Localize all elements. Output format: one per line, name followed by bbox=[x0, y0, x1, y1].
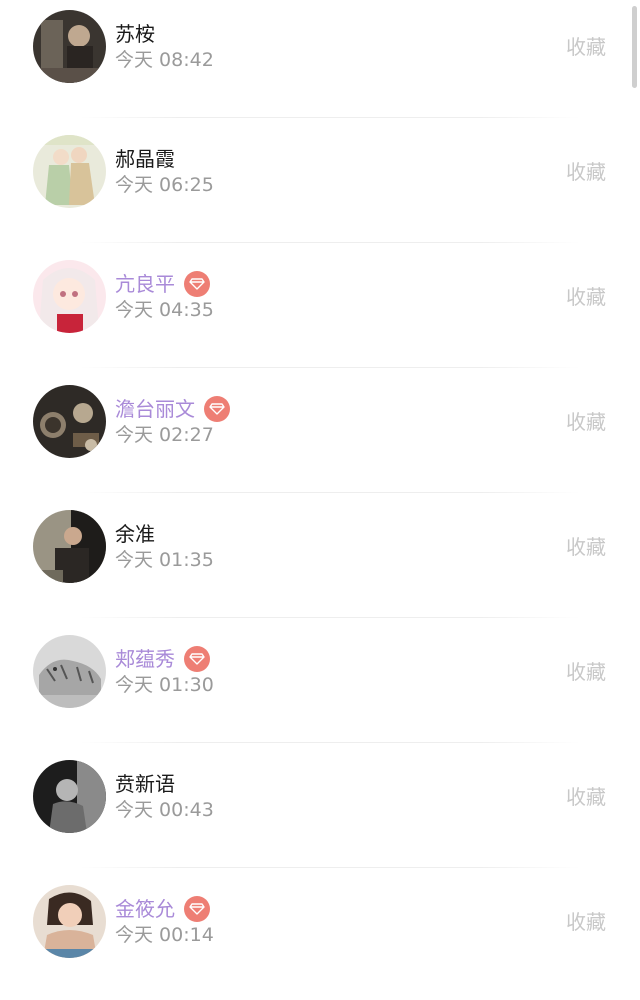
diamond-icon bbox=[184, 896, 210, 922]
divider bbox=[80, 492, 580, 493]
list-item[interactable]: 余准 今天 01:35 收藏 bbox=[0, 500, 640, 625]
avatar[interactable] bbox=[33, 260, 106, 333]
avatar[interactable] bbox=[33, 135, 106, 208]
divider bbox=[80, 242, 580, 243]
diamond-icon bbox=[184, 646, 210, 672]
name-line: 澹台丽文 bbox=[115, 395, 230, 423]
timestamp: 今天 00:43 bbox=[115, 799, 214, 821]
divider bbox=[80, 367, 580, 368]
list-item[interactable]: 贲新语 今天 00:43 收藏 bbox=[0, 750, 640, 875]
user-name[interactable]: 金筱允 bbox=[115, 895, 175, 923]
name-line: 郏蕴秀 bbox=[115, 645, 210, 673]
favorite-button[interactable]: 收藏 bbox=[566, 409, 606, 435]
avatar[interactable] bbox=[33, 885, 106, 958]
timestamp: 今天 01:30 bbox=[115, 674, 214, 696]
avatar[interactable] bbox=[33, 385, 106, 458]
timestamp: 今天 06:25 bbox=[115, 174, 214, 196]
favorite-button[interactable]: 收藏 bbox=[566, 159, 606, 185]
divider bbox=[80, 617, 580, 618]
favorite-button[interactable]: 收藏 bbox=[566, 784, 606, 810]
favorite-button[interactable]: 收藏 bbox=[566, 659, 606, 685]
name-line: 苏桉 bbox=[115, 20, 155, 48]
avatar[interactable] bbox=[33, 635, 106, 708]
list-item[interactable]: 澹台丽文 今天 02:27 收藏 bbox=[0, 375, 640, 500]
list-item[interactable]: 苏桉 今天 08:42 收藏 bbox=[0, 0, 640, 125]
timestamp: 今天 00:14 bbox=[115, 924, 214, 946]
favorite-button[interactable]: 收藏 bbox=[566, 284, 606, 310]
list-item[interactable]: 郏蕴秀 今天 01:30 收藏 bbox=[0, 625, 640, 750]
name-line: 贲新语 bbox=[115, 770, 175, 798]
name-line: 亢良平 bbox=[115, 270, 210, 298]
diamond-icon bbox=[184, 271, 210, 297]
timestamp: 今天 02:27 bbox=[115, 424, 214, 446]
avatar[interactable] bbox=[33, 10, 106, 83]
user-name[interactable]: 苏桉 bbox=[115, 20, 155, 48]
timestamp: 今天 08:42 bbox=[115, 49, 214, 71]
avatar[interactable] bbox=[33, 760, 106, 833]
favorite-button[interactable]: 收藏 bbox=[566, 534, 606, 560]
name-line: 郝晶霞 bbox=[115, 145, 175, 173]
timestamp: 今天 04:35 bbox=[115, 299, 214, 321]
user-name[interactable]: 郏蕴秀 bbox=[115, 645, 175, 673]
name-line: 余准 bbox=[115, 520, 155, 548]
diamond-icon bbox=[204, 396, 230, 422]
scrollbar[interactable] bbox=[632, 6, 637, 88]
favorite-button[interactable]: 收藏 bbox=[566, 909, 606, 935]
divider bbox=[80, 867, 580, 868]
user-name[interactable]: 郝晶霞 bbox=[115, 145, 175, 173]
divider bbox=[80, 117, 580, 118]
avatar[interactable] bbox=[33, 510, 106, 583]
favorite-button[interactable]: 收藏 bbox=[566, 34, 606, 60]
user-name[interactable]: 贲新语 bbox=[115, 770, 175, 798]
divider bbox=[80, 742, 580, 743]
user-name[interactable]: 亢良平 bbox=[115, 270, 175, 298]
name-line: 金筱允 bbox=[115, 895, 210, 923]
user-name[interactable]: 澹台丽文 bbox=[115, 395, 195, 423]
timestamp: 今天 01:35 bbox=[115, 549, 214, 571]
list-item[interactable]: 郝晶霞 今天 06:25 收藏 bbox=[0, 125, 640, 250]
user-name[interactable]: 余准 bbox=[115, 520, 155, 548]
list-item[interactable]: 亢良平 今天 04:35 收藏 bbox=[0, 250, 640, 375]
list-item[interactable]: 金筱允 今天 00:14 收藏 bbox=[0, 875, 640, 1000]
